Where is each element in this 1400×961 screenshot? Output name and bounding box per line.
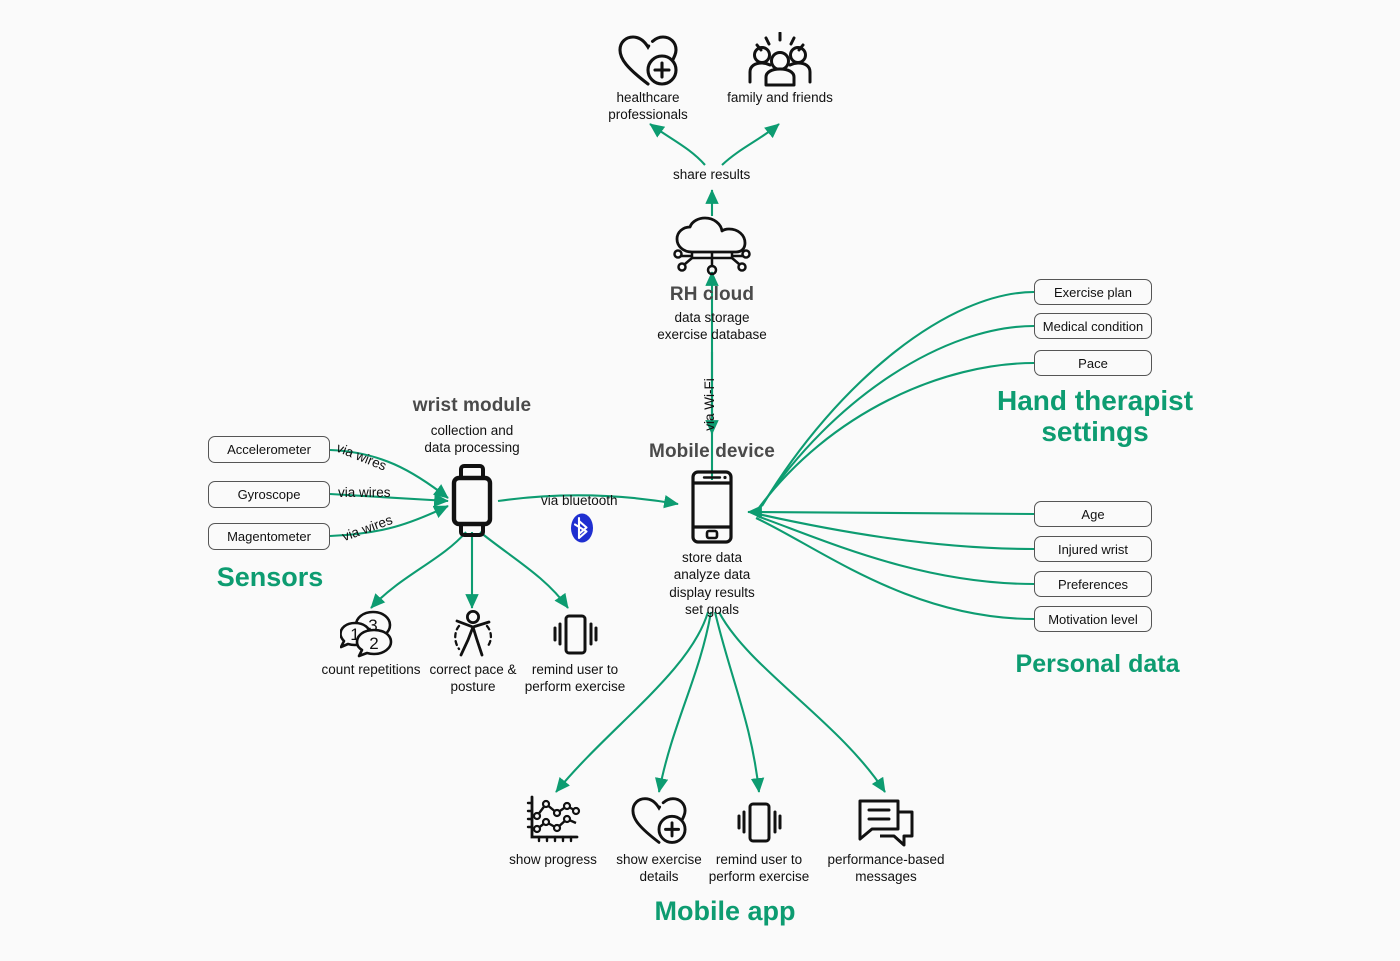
share-results-label: share results [673,167,751,182]
sensor-magentometer[interactable]: Magentometer [208,523,330,550]
chat-bubbles-icon [824,792,948,848]
remind-user-app-label: remind user to perform exercise [708,852,810,884]
sensor-gyroscope-label: Gyroscope [237,487,301,502]
performance-messages-label: performance-based messages [827,852,945,884]
show-exercise-details-node: show exercise details [606,792,712,886]
count-repetitions-node: 3 1 2 count repetitions [311,610,431,679]
edge-wrist-to-count [370,531,467,609]
edge-phone-to-messages [718,611,886,793]
personal-preferences-label: Preferences [1057,576,1129,592]
edge-age-to-phone [757,510,1035,516]
personal-motivation-level-label: Motivation level [1048,611,1138,627]
count-repetitions-label: count repetitions [321,662,421,677]
healthcare-professionals-label: healthcare professionals [608,90,688,122]
exercise-person-icon [422,610,524,658]
sensors-heading: Sensors [216,562,324,592]
wrist-module-node: wrist module collection and data process… [392,395,552,457]
show-exercise-details-label: show exercise details [616,852,702,884]
mobile-device-node: Mobile device store data analyze data di… [632,441,792,618]
rh-cloud-title: RH cloud [669,284,755,305]
therapist-exercise-plan-label: Exercise plan [1053,284,1133,300]
performance-messages-node: performance-based messages [824,792,948,886]
via-wifi-label: via Wi-Fi [701,378,717,431]
sensor-magentometer-label: Magentometer [227,529,311,544]
vibrating-phone-icon [518,610,632,658]
personal-motivation-level[interactable]: Motivation level [1034,606,1152,632]
sensor-accelerometer[interactable]: Accelerometer [208,436,330,463]
bluetooth-icon [568,512,596,544]
edge-motivation-to-phone [755,517,1035,621]
smartwatch-icon [448,464,496,538]
personal-injured-wrist[interactable]: Injured wrist [1034,536,1152,562]
speech-bubbles-123-icon: 3 1 2 [311,610,431,658]
smartphone-icon [632,467,792,545]
vibrating-phone-icon [702,792,816,848]
rh-cloud-node: RH cloud data storage exercise database [632,216,792,344]
remind-user-app-node: remind user to perform exercise [702,792,816,886]
people-group-icon [716,28,844,90]
wrist-module-title: wrist module [412,395,532,416]
remind-user-wrist-node: remind user to perform exercise [518,610,632,696]
heart-plus-icon [586,28,710,90]
therapist-pace-label: Pace [1078,355,1108,371]
line-chart-icon [497,792,609,848]
via-wires-label-2: via wires [338,485,391,500]
family-and-friends-label: family and friends [727,90,833,105]
sensor-gyroscope[interactable]: Gyroscope [208,481,330,508]
family-and-friends-node: family and friends [716,28,844,107]
hand-therapist-heading: Hand therapist settings [996,385,1194,448]
wrist-module-subtitle: collection and data processing [424,423,520,456]
show-progress-label: show progress [509,852,597,867]
therapist-medical-condition-label: Medical condition [1042,318,1144,334]
edge-phone-to-remind [713,611,765,793]
edge-wrist-to-remind [479,531,569,609]
personal-age-label: Age [1081,506,1105,522]
edge-phone-to-details [655,611,713,793]
mobile-device-subtitle: store data analyze data display results … [669,550,755,617]
via-bluetooth-label: via bluetooth [541,493,618,508]
mobile-app-heading: Mobile app [654,896,796,926]
healthcare-professionals-node: healthcare professionals [586,28,710,124]
therapist-exercise-plan[interactable]: Exercise plan [1034,279,1152,305]
svg-text:2: 2 [369,634,378,653]
therapist-medical-condition[interactable]: Medical condition [1034,313,1152,339]
diagram-canvas: healthcare professionals family and frie… [0,0,1400,961]
remind-user-wrist-label: remind user to perform exercise [524,662,626,694]
correct-pace-label: correct pace & posture [429,662,517,694]
edge-share-to-healthcare [649,123,706,166]
personal-data-heading: Personal data [1015,650,1180,678]
via-wires-label-3: via wires [340,512,395,545]
show-progress-node: show progress [497,792,609,869]
personal-age[interactable]: Age [1034,501,1152,527]
correct-pace-node: correct pace & posture [422,610,524,696]
via-wires-label-1: via wires [334,440,389,474]
edge-injured-wrist-to-phone [757,512,1035,551]
personal-preferences[interactable]: Preferences [1034,571,1152,597]
cloud-network-icon [632,216,792,278]
mobile-device-title: Mobile device [649,441,775,462]
edge-preferences-to-phone [756,515,1035,586]
therapist-pace[interactable]: Pace [1034,350,1152,376]
personal-injured-wrist-label: Injured wrist [1057,541,1129,557]
sensor-accelerometer-label: Accelerometer [227,442,311,457]
rh-cloud-subtitle: data storage exercise database [657,310,767,343]
heart-plus-icon [606,792,712,848]
edge-share-to-family [721,123,780,166]
